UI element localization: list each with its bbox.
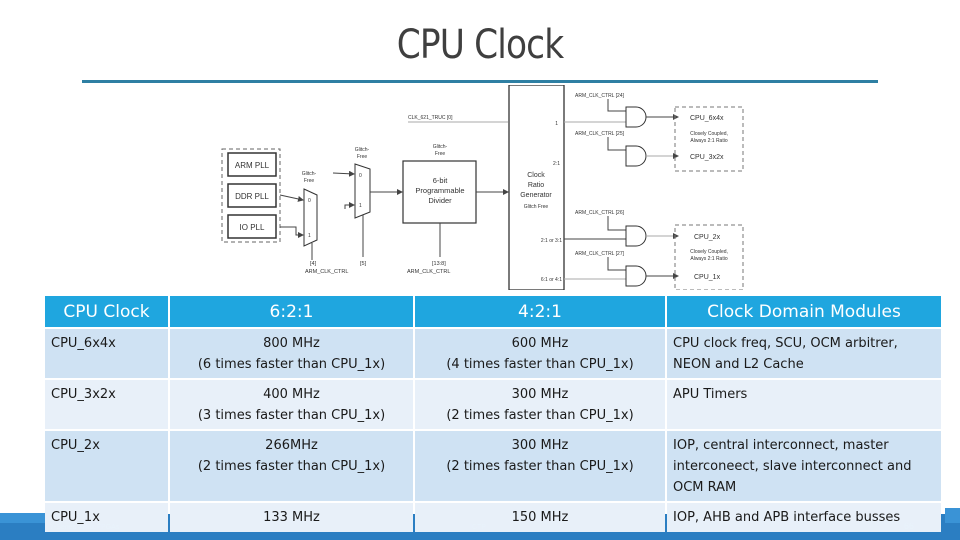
- svg-text:2:1: 2:1: [553, 161, 560, 167]
- slide-title: CPU Clock: [396, 22, 564, 68]
- svg-text:Closely Coupled,: Closely Coupled,: [690, 249, 728, 255]
- header-modules: Clock Domain Modules: [667, 296, 941, 327]
- cell-modules: APU Timers: [667, 380, 941, 429]
- svg-text:Free: Free: [435, 151, 446, 157]
- footer-organization: ICTP: [470, 524, 486, 531]
- and-gate-27: ARM_CLK_CTRL [27]: [564, 251, 679, 287]
- svg-text:[5]: [5]: [360, 261, 367, 267]
- table-row: CPU_6x4x 800 MHz (6 times faster than CPU…: [45, 329, 941, 378]
- footer-course-label: 7-Series Xilinx FPGAs: [50, 524, 120, 531]
- cell-621: 133 MHz: [170, 503, 413, 532]
- clock-diagram: ARM PLL DDR PLL IO PLL Glitch- Free 0 1 …: [200, 84, 780, 291]
- svg-text:CPU_1x: CPU_1x: [694, 274, 721, 281]
- cell-621: 266MHz (2 times faster than CPU_1x): [170, 431, 413, 501]
- and-gate-25: ARM_CLK_CTRL [25]: [575, 131, 679, 167]
- cell-clock: CPU_2x: [45, 431, 168, 501]
- svg-text:Ratio: Ratio: [528, 182, 544, 189]
- pll-label: DDR PLL: [235, 192, 269, 201]
- svg-text:1: 1: [359, 203, 362, 209]
- header-621: 6:2:1: [170, 296, 413, 327]
- svg-text:1: 1: [555, 121, 558, 127]
- svg-text:2:1 or 3:1: 2:1 or 3:1: [541, 238, 562, 244]
- svg-text:Free: Free: [304, 178, 315, 184]
- svg-text:Divider: Divider: [428, 196, 452, 205]
- svg-text:1: 1: [308, 233, 311, 239]
- svg-text:CPU_3x2x: CPU_3x2x: [690, 154, 724, 161]
- cell-modules: CPU clock freq, SCU, OCM arbitrer, NEON a…: [667, 329, 941, 378]
- pll-label: IO PLL: [240, 223, 265, 232]
- cell-modules: IOP, AHB and APB interface busses: [667, 503, 941, 532]
- svg-text:Glitch-: Glitch-: [355, 147, 370, 153]
- table-row: CPU_1x 133 MHz 150 MHz IOP, AHB and APB …: [45, 503, 941, 532]
- svg-text:[4]: [4]: [310, 261, 317, 267]
- svg-text:Glitch-: Glitch-: [302, 171, 317, 177]
- header-cpu-clock: CPU Clock: [45, 296, 168, 327]
- svg-text:6:1 or 4:1: 6:1 or 4:1: [541, 277, 562, 283]
- cell-421: 300 MHz (2 times faster than CPU_1x): [415, 431, 665, 501]
- svg-text:Closely Coupled,: Closely Coupled,: [690, 131, 728, 137]
- svg-text:ARM_CLK_CTRL [24]: ARM_CLK_CTRL [24]: [575, 93, 625, 99]
- cell-clock: CPU_6x4x: [45, 329, 168, 378]
- svg-text:Programmable: Programmable: [415, 186, 464, 195]
- svg-text:[13:8]: [13:8]: [432, 261, 446, 267]
- title-divider: [82, 80, 878, 83]
- cell-421: 300 MHz (2 times faster than CPU_1x): [415, 380, 665, 429]
- table-row: CPU_3x2x 400 MHz (3 times faster than CPU…: [45, 380, 941, 429]
- page-number: 66: [904, 521, 915, 531]
- svg-text:CPU_6x4x: CPU_6x4x: [690, 115, 724, 122]
- svg-text:ARM_CLK_CTRL [25]: ARM_CLK_CTRL [25]: [575, 131, 625, 137]
- and-gate-26: ARM_CLK_CTRL [26]: [564, 210, 679, 247]
- svg-text:CPU_2x: CPU_2x: [694, 234, 721, 241]
- svg-text:ARM_CLK_CTRL [26]: ARM_CLK_CTRL [26]: [575, 210, 625, 216]
- svg-text:ARM_CLK_CTRL: ARM_CLK_CTRL: [305, 269, 348, 275]
- cell-421: 600 MHz (4 times faster than CPU_1x): [415, 329, 665, 378]
- svg-text:CLK_621_TRUC [0]: CLK_621_TRUC [0]: [408, 115, 453, 121]
- mux-2: [354, 163, 371, 219]
- svg-text:Free: Free: [357, 154, 368, 160]
- footer-accent-right: [945, 508, 960, 523]
- pll-label: ARM PLL: [235, 161, 270, 170]
- cell-421: 150 MHz: [415, 503, 665, 532]
- and-gate-24: ARM_CLK_CTRL [24]: [564, 93, 679, 128]
- cell-621: 400 MHz (3 times faster than CPU_1x): [170, 380, 413, 429]
- svg-text:Always 2:1 Ratio: Always 2:1 Ratio: [690, 256, 727, 262]
- svg-text:Always 2:1 Ratio: Always 2:1 Ratio: [690, 138, 727, 144]
- cell-621: 800 MHz (6 times faster than CPU_1x): [170, 329, 413, 378]
- svg-text:Clock: Clock: [527, 172, 545, 179]
- cell-clock: CPU_3x2x: [45, 380, 168, 429]
- cell-modules: IOP, central interconnect, master interco…: [667, 431, 941, 501]
- svg-text:Glitch-: Glitch-: [433, 144, 448, 150]
- table-header-row: CPU Clock 6:2:1 4:2:1 Clock Domain Modul…: [45, 296, 941, 327]
- svg-text:Glitch Free: Glitch Free: [524, 204, 549, 210]
- cpu-clock-table: CPU Clock 6:2:1 4:2:1 Clock Domain Modul…: [43, 294, 943, 534]
- svg-text:Generator: Generator: [520, 192, 552, 199]
- svg-text:6-bit: 6-bit: [433, 176, 449, 185]
- footer-accent: [0, 513, 46, 523]
- table-row: CPU_2x 266MHz (2 times faster than CPU_1x…: [45, 431, 941, 501]
- svg-text:ARM_CLK_CTRL: ARM_CLK_CTRL: [407, 269, 450, 275]
- svg-text:0: 0: [359, 173, 362, 179]
- header-421: 4:2:1: [415, 296, 665, 327]
- svg-text:ARM_CLK_CTRL [27]: ARM_CLK_CTRL [27]: [575, 251, 625, 257]
- svg-text:0: 0: [308, 198, 311, 204]
